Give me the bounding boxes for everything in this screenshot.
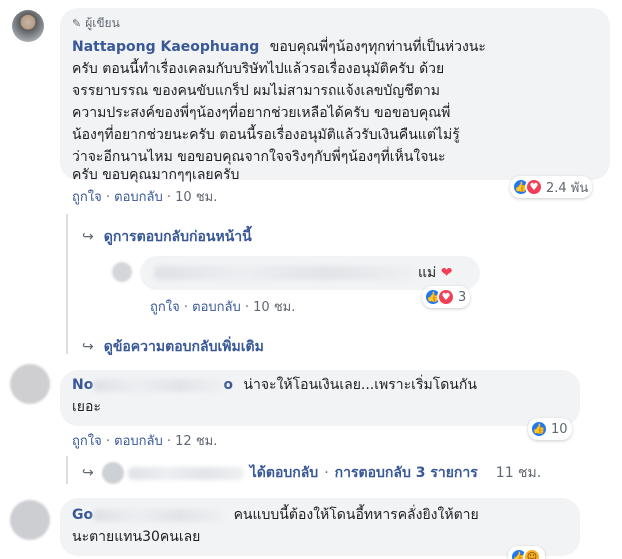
reply-time: 11 ชม. xyxy=(495,465,542,481)
love-reaction-icon: ♥ xyxy=(525,178,543,196)
thread-line xyxy=(66,214,68,354)
reply-time[interactable]: 10 ชม. xyxy=(253,300,295,315)
reply-arrow-icon: ↪ xyxy=(82,229,94,245)
comment-time[interactable]: 10 ชม. xyxy=(175,190,217,205)
previous-replies-link[interactable]: ↪ ดูการตอบกลับก่อนหน้านี้ xyxy=(82,226,252,248)
reply-link[interactable]: ตอบกลับ xyxy=(114,434,163,449)
comment-bubble: ✎ ผู้เขียน Nattapong Kaeophuang ขอบคุณพี… xyxy=(60,8,610,183)
comment-actions: ถูกใจ · ตอบกลับ · 10 ชม. xyxy=(72,190,218,205)
comment-text-line: ว่าจะอีกนานไหม ขอขอบคุณจากใจจริงๆกับพี่ๆ… xyxy=(72,149,446,165)
comment-text-line: ขอบคุณพี่ๆน้องๆทุกท่านที่เป็นห่วงนะ xyxy=(269,39,486,55)
reply-arrow-icon: ↪ xyxy=(82,339,94,355)
comment-time[interactable]: 12 ชม. xyxy=(175,434,217,449)
more-replies-link[interactable]: ↪ ดูข้อความตอบกลับเพิ่มเติม xyxy=(82,336,264,358)
comment-text-line: นะตายแทน30คนเลย xyxy=(72,529,201,545)
reply-count: การตอบกลับ 3 รายการ xyxy=(334,465,478,481)
avatar xyxy=(101,462,124,484)
like-link[interactable]: ถูกใจ xyxy=(150,300,180,315)
replied-label: ได้ตอบกลับ xyxy=(249,465,319,481)
comment-author[interactable]: Nattapong Kaeophuang xyxy=(72,39,259,55)
comment-author[interactable]: No xyxy=(72,377,93,393)
avatar[interactable] xyxy=(10,364,50,404)
like-link[interactable]: ถูกใจ xyxy=(72,434,102,449)
reply-link[interactable]: ตอบกลับ xyxy=(114,190,163,205)
nested-reply-text: แม่ xyxy=(418,265,437,281)
like-reaction-icon: 👍 xyxy=(530,420,548,438)
blurred-reply-content xyxy=(154,266,414,280)
comment-text-line: ครับ ขอบคุณมากๆๆเลยครับ xyxy=(72,167,240,183)
love-reaction-icon: ♥ xyxy=(437,288,455,306)
reaction-count: 3 xyxy=(458,289,467,305)
avatar[interactable] xyxy=(10,500,50,540)
comment-text-line: เยอะ xyxy=(72,399,101,415)
comment-text-line: ความประสงค์ของพี่ๆน้องๆที่อยากช่วยเหลือไ… xyxy=(72,105,451,121)
reaction-summary[interactable]: 👍 ♥ 3 xyxy=(422,286,471,308)
comment-bubble: Go คนแบบนี้ต้องให้โดนอี้ทหารคลั่งยิงให้ต… xyxy=(60,498,580,556)
haha-reaction-icon: ☺ xyxy=(523,548,541,559)
nested-reply-bubble: แม่ ❤ xyxy=(140,256,480,290)
comment-text-line: น้องๆที่อยากช่วยนะครับ ตอนนี้รอเรื่องอนุ… xyxy=(72,127,460,143)
blurred-author-name xyxy=(127,466,244,480)
replied-summary[interactable]: ↪ ได้ตอบกลับ · การตอบกลับ 3 รายการ 11 ชม… xyxy=(82,462,541,484)
comment-text-line: จรรยาบรรณ ของคนขับแกร็ป ผมไม่สามารถแจ้งเ… xyxy=(72,83,440,99)
reaction-summary[interactable]: 👍 10 xyxy=(528,418,572,440)
reaction-summary[interactable]: 👍 ♥ 2.4 พัน xyxy=(510,176,593,198)
blurred-author-name xyxy=(93,378,224,392)
blurred-author-name xyxy=(93,508,224,522)
heart-icon: ❤ xyxy=(440,265,453,281)
reply-actions: ถูกใจ · ตอบกลับ · 10 ชม. xyxy=(150,300,296,315)
pen-icon: ✎ xyxy=(72,17,82,30)
comment-text-line: น่าจะให้โอนเงินเลย...เพราะเริ่มโดนกัน xyxy=(243,377,477,393)
reply-link[interactable]: ตอบกลับ xyxy=(192,300,241,315)
author-badge: ✎ ผู้เขียน xyxy=(72,16,120,30)
reaction-count: 10 xyxy=(551,421,568,437)
comment-text-line: คนแบบนี้ต้องให้โดนอี้ทหารคลั่งยิงให้ตาย xyxy=(233,507,479,523)
comment-author[interactable]: Go xyxy=(72,507,93,523)
comment-actions: ถูกใจ · ตอบกลับ · 12 ชม. xyxy=(72,434,218,449)
avatar[interactable] xyxy=(12,10,44,42)
comment-text-line: ครับ ตอนนี้ทำเรื่องเคลมกับบริษัทไปแล้วรอ… xyxy=(72,61,445,77)
reaction-count: 2.4 พัน xyxy=(546,180,589,196)
comment-bubble: No o น่าจะให้โอนเงินเลย...เพราะเริ่มโดนกั… xyxy=(60,370,580,426)
reaction-summary[interactable]: 👍 ☺ xyxy=(508,546,545,559)
like-link[interactable]: ถูกใจ xyxy=(72,190,102,205)
avatar[interactable] xyxy=(112,262,132,282)
reply-arrow-icon: ↪ xyxy=(82,465,94,481)
thread-line xyxy=(66,456,68,484)
